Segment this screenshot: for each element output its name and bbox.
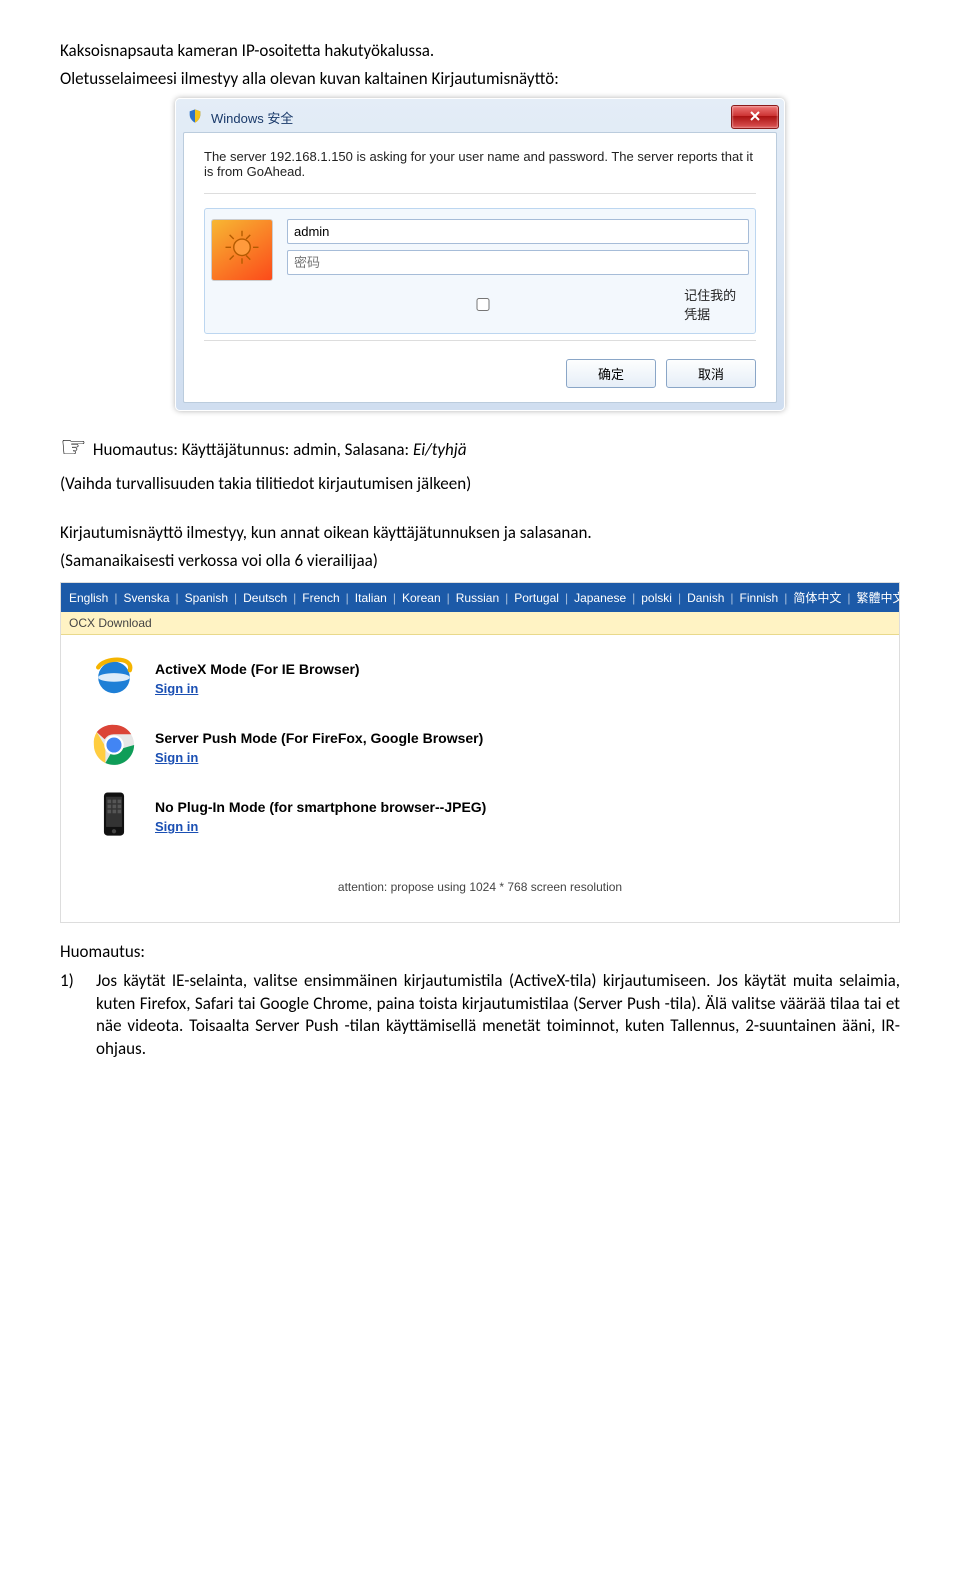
doc-line-3: (Vaihda turvallisuuden takia tilitiedot … (60, 473, 900, 495)
doc-line-4: Kirjautumisnäyttö ilmestyy, kun annat oi… (60, 522, 900, 544)
separator: | (632, 591, 635, 605)
separator: | (447, 591, 450, 605)
separator: | (293, 591, 296, 605)
cancel-button[interactable]: 取消 (666, 359, 756, 388)
separator: | (176, 591, 179, 605)
separator: | (784, 591, 787, 605)
signin-link-serverpush[interactable]: Sign in (155, 750, 483, 765)
pointing-hand-icon: ☞ (60, 433, 87, 463)
language-link[interactable]: Svenska (123, 591, 169, 605)
divider (204, 340, 756, 341)
chrome-icon (91, 722, 137, 773)
separator: | (346, 591, 349, 605)
divider (204, 193, 756, 194)
doc-line-1: Kaksoisnapsauta kameran IP-osoitetta hak… (60, 40, 900, 62)
doc-line-5: (Samanaikaisesti verkossa voi olla 6 vie… (60, 550, 900, 572)
shield-icon (187, 108, 203, 127)
signin-link-activex[interactable]: Sign in (155, 681, 360, 696)
language-link[interactable]: French (302, 591, 339, 605)
separator: | (114, 591, 117, 605)
language-link[interactable]: English (69, 591, 108, 605)
dialog-title: Windows 安全 (211, 108, 293, 127)
list-body: Jos käytät IE-selainta, valitse ensimmäi… (96, 970, 900, 1062)
separator: | (730, 591, 733, 605)
login-page-screenshot: English | Svenska | Spanish | Deutsch | … (60, 582, 900, 923)
username-input[interactable] (287, 219, 749, 244)
dialog-message: The server 192.168.1.150 is asking for y… (204, 149, 756, 179)
language-link[interactable]: 简体中文 (793, 589, 841, 606)
separator: | (565, 591, 568, 605)
language-link[interactable]: Italian (355, 591, 387, 605)
language-link[interactable]: Danish (687, 591, 724, 605)
language-link[interactable]: 繁體中文 (857, 589, 900, 606)
attention-text: attention: propose using 1024 * 768 scre… (91, 860, 869, 914)
remember-label: 记住我的凭据 (684, 285, 749, 323)
language-link[interactable]: Korean (402, 591, 441, 605)
password-input[interactable] (287, 250, 749, 275)
mode-noplugin-title: No Plug-In Mode (for smartphone browser-… (155, 799, 486, 815)
close-icon (749, 110, 761, 125)
language-link[interactable]: Spanish (185, 591, 228, 605)
note-credentials: Huomautus: Käyttäjätunnus: admin, Salasa… (93, 433, 467, 460)
mode-activex-title: ActiveX Mode (For IE Browser) (155, 661, 360, 677)
separator: | (678, 591, 681, 605)
ie-icon (91, 653, 137, 704)
language-link[interactable]: polski (641, 591, 672, 605)
list-number: 1) (60, 970, 82, 1062)
windows-security-dialog: Windows 安全 The server 192.168.1.150 is a… (175, 98, 785, 411)
mode-serverpush-title: Server Push Mode (For FireFox, Google Br… (155, 730, 483, 746)
language-link[interactable]: Portugal (514, 591, 559, 605)
separator: | (234, 591, 237, 605)
user-avatar-icon (211, 219, 273, 281)
ok-button[interactable]: 确定 (566, 359, 656, 388)
separator: | (393, 591, 396, 605)
signin-link-noplugin[interactable]: Sign in (155, 819, 486, 834)
separator: | (847, 591, 850, 605)
note2-heading: Huomautus: (60, 941, 900, 963)
language-bar: English | Svenska | Spanish | Deutsch | … (61, 583, 899, 612)
language-link[interactable]: Finnish (740, 591, 779, 605)
separator: | (505, 591, 508, 605)
remember-checkbox[interactable] (291, 298, 675, 311)
close-button[interactable] (731, 105, 779, 129)
language-link[interactable]: Deutsch (243, 591, 287, 605)
language-link[interactable]: Japanese (574, 591, 626, 605)
ocx-download-link[interactable]: OCX Download (61, 612, 899, 635)
smartphone-icon (91, 791, 137, 842)
doc-line-2: Oletusselaimeesi ilmestyy alla olevan ku… (60, 68, 900, 90)
language-link[interactable]: Russian (456, 591, 499, 605)
